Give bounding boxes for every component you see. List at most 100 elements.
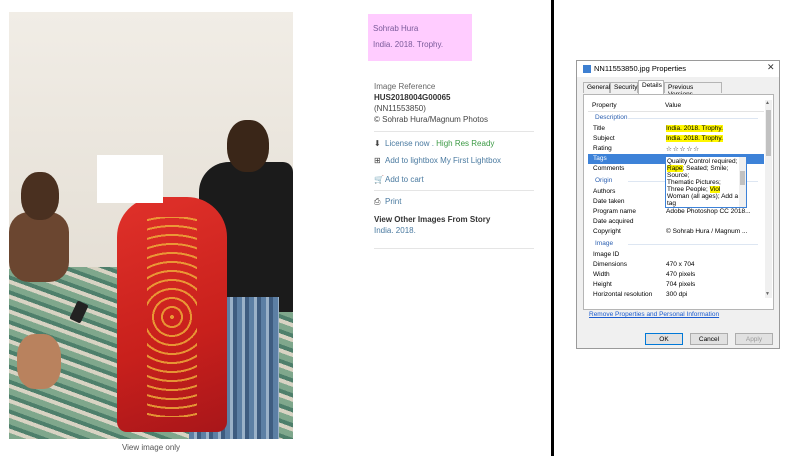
row-rating[interactable]: Rating ☆☆☆☆☆ — [588, 144, 764, 154]
caption-photographer: Sohrab Hura — [373, 24, 419, 33]
story-title: View Other Images From Story — [374, 215, 491, 224]
photo-saree — [117, 197, 227, 432]
rating-stars[interactable]: ☆☆☆☆☆ — [666, 145, 700, 153]
license-now-link[interactable]: ⬇ License now . High Res Ready — [374, 139, 494, 148]
ok-button[interactable]: OK — [645, 333, 683, 345]
view-image-only-link[interactable]: View image only — [104, 443, 198, 452]
row-key: Tags — [593, 155, 607, 162]
row-image-id[interactable]: Image ID — [588, 250, 764, 260]
print-link[interactable]: ⎙ Print — [374, 197, 401, 207]
properties-dialog: NN11553850.jpg Properties ✕ General Secu… — [576, 60, 780, 349]
row-dimensions[interactable]: Dimensions 470 x 704 — [588, 260, 764, 270]
scroll-up-icon[interactable]: ▲ — [765, 100, 770, 106]
license-label: License now — [385, 139, 430, 148]
tag-line: tag — [667, 200, 677, 207]
dialog-titlebar[interactable]: NN11553850.jpg Properties ✕ — [577, 61, 779, 77]
tab-security[interactable]: Security — [610, 82, 638, 93]
cart-label: Add to cart — [385, 175, 424, 184]
scroll-down-icon[interactable]: ▼ — [765, 291, 770, 297]
add-to-lightbox-link[interactable]: ⊞ Add to lightbox My First Lightbox — [374, 156, 501, 165]
section-rule — [628, 118, 758, 119]
row-value: 470 pixels — [666, 271, 696, 278]
tab-previous-versions[interactable]: Previous Versions — [664, 82, 722, 98]
row-subject[interactable]: Subject India. 2018. Trophy. — [588, 134, 764, 144]
row-key: Comments — [593, 165, 625, 172]
photo-head-right — [227, 120, 269, 172]
row-key: Copyright — [593, 228, 621, 235]
section-label: Description — [595, 114, 628, 121]
section-rule — [628, 244, 758, 245]
row-value: © Sohrab Hura / Magnum ... — [666, 228, 748, 235]
divider — [374, 190, 534, 191]
row-key: Date acquired — [593, 218, 634, 225]
scroll-thumb[interactable] — [740, 171, 745, 185]
row-date-acquired[interactable]: Date acquired — [588, 217, 764, 227]
tag-line: Rape; Seated; Smile; — [667, 165, 728, 172]
row-height[interactable]: Height 704 pixels — [588, 280, 764, 290]
reference-label: Image Reference — [374, 82, 436, 91]
close-icon[interactable]: ✕ — [767, 62, 775, 73]
tags-scrollbar[interactable] — [739, 157, 746, 207]
list-scrollbar[interactable]: ▲ ▼ — [765, 100, 772, 298]
header-property[interactable]: Property — [592, 102, 617, 109]
divider — [374, 248, 534, 249]
row-key: Image ID — [593, 251, 620, 258]
apply-button[interactable]: Apply — [735, 333, 773, 345]
row-copyright[interactable]: Copyright © Sohrab Hura / Magnum ... — [588, 227, 764, 237]
caption-title: India. 2018. Trophy. — [373, 40, 444, 49]
row-key: Program name — [593, 208, 636, 215]
tag-line: Three People; Viol — [667, 186, 721, 193]
list-header: Property Value — [588, 100, 764, 112]
row-title[interactable]: Title India. 2018. Trophy. — [588, 124, 764, 134]
photo-head-left — [21, 172, 59, 220]
section-description: Description — [588, 113, 764, 123]
row-value: 470 x 704 — [666, 261, 695, 268]
tag-line: Woman (all ages); Add a — [667, 193, 739, 200]
add-to-cart-link[interactable]: 🛒Add to cart — [374, 175, 424, 184]
print-icon: ⎙ — [374, 197, 381, 206]
row-width[interactable]: Width 470 pixels — [588, 270, 764, 280]
row-key: Dimensions — [593, 261, 627, 268]
reference-code: HUS2018004G00065 — [374, 93, 451, 102]
row-program-name[interactable]: Program name Adobe Photoshop CC 2018... — [588, 207, 764, 217]
properties-list: Property Value Description Title India. … — [588, 100, 764, 298]
row-key: Height — [593, 281, 612, 288]
row-value: India. 2018. Trophy. — [666, 135, 723, 142]
high-res-label: High Res Ready — [436, 139, 495, 148]
header-value[interactable]: Value — [665, 102, 681, 109]
caption-highlight: Sohrab Hura India. 2018. Trophy. — [368, 14, 472, 61]
tag-highlight: Viol — [709, 186, 721, 193]
tag-line: Source; — [667, 172, 690, 179]
print-label: Print — [385, 197, 402, 206]
row-key: Authors — [593, 188, 616, 195]
photo[interactable] — [9, 12, 293, 439]
row-key: Title — [593, 125, 606, 132]
section-image: Image — [588, 239, 764, 249]
story-link[interactable]: India. 2018. — [374, 226, 416, 235]
reference-sub: (NN11553850) — [374, 104, 426, 113]
tag-line: Quality Control required; — [667, 158, 738, 165]
photo-figure-left — [9, 212, 69, 282]
tag-highlight: Rape — [667, 165, 683, 172]
section-label: Origin — [595, 177, 613, 184]
redaction-box — [97, 155, 163, 203]
photo-hand — [17, 334, 61, 389]
cart-icon: 🛒 — [374, 175, 384, 184]
tab-general[interactable]: General — [583, 82, 610, 93]
row-value: India. 2018. Trophy. — [666, 125, 723, 132]
row-key: Subject — [593, 135, 615, 142]
separator-line — [551, 0, 554, 456]
divider — [374, 131, 534, 132]
details-panel: Property Value Description Title India. … — [583, 94, 774, 310]
scroll-thumb[interactable] — [766, 110, 771, 156]
tag-line: Thematic Pictures; — [667, 179, 721, 186]
tags-edit-box[interactable]: Quality Control required; Rape; Seated; … — [665, 156, 747, 208]
tag-text: ; Seated; Smile; — [682, 165, 729, 172]
plus-square-icon: ⊞ — [374, 156, 381, 165]
row-value: Adobe Photoshop CC 2018... — [666, 208, 751, 215]
cancel-button[interactable]: Cancel — [690, 333, 728, 345]
remove-properties-link[interactable]: Remove Properties and Personal Informati… — [589, 311, 719, 318]
tab-details[interactable]: Details — [638, 80, 664, 94]
dialog-title: NN11553850.jpg Properties — [594, 64, 687, 73]
row-horizontal-resolution[interactable]: Horizontal resolution 300 dpi — [588, 290, 764, 298]
